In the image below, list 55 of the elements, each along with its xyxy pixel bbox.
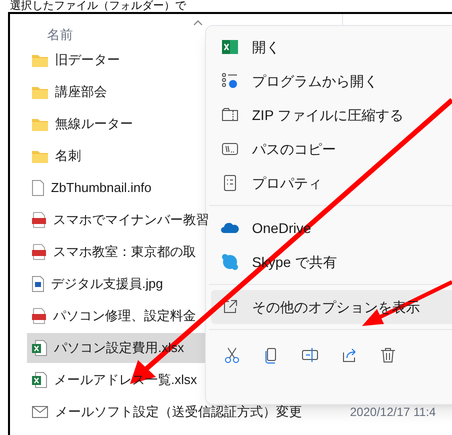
file-name: デジタル支援員.jpg bbox=[51, 275, 163, 294]
menu-item[interactable]: プログラムから開く bbox=[211, 64, 452, 98]
file-row[interactable]: 講座部会 bbox=[27, 77, 207, 107]
file-name: メールソフト設定（送受信認証方式）変更 bbox=[55, 403, 302, 422]
menu-item[interactable]: ZIP ファイルに圧縮する bbox=[211, 98, 452, 132]
folder-icon bbox=[32, 118, 48, 130]
file-name: 旧データー bbox=[55, 51, 120, 70]
zip-folder-icon bbox=[221, 106, 239, 124]
excel-icon bbox=[32, 372, 47, 388]
file-name: 講座部会 bbox=[55, 83, 107, 102]
file-row[interactable]: ZbThumbnail.info bbox=[27, 173, 207, 203]
share-icon bbox=[340, 346, 358, 364]
copy-path-icon bbox=[221, 140, 239, 158]
menu-item[interactable]: プロパティ bbox=[211, 166, 452, 200]
menu-item[interactable]: パスのコピー bbox=[211, 132, 452, 166]
excel-icon bbox=[221, 38, 239, 56]
excel-icon bbox=[32, 340, 47, 356]
file-name: スマホ教室：東京都の取 bbox=[53, 243, 196, 262]
file-name: ZbThumbnail.info bbox=[51, 179, 152, 198]
mail-icon bbox=[32, 406, 48, 418]
image-file-icon bbox=[32, 276, 44, 292]
file-row[interactable]: スマホ教室：東京都の取 bbox=[27, 237, 207, 267]
heading: 選択したファイル（フォルダー）で bbox=[9, 0, 188, 12]
file-row[interactable]: 旧データー bbox=[27, 45, 207, 75]
folder-icon bbox=[32, 150, 48, 162]
file-row[interactable]: スマホでマイナンバー教習 bbox=[27, 205, 213, 235]
delete-icon bbox=[379, 346, 397, 364]
rename-button[interactable] bbox=[300, 345, 320, 365]
file-row[interactable]: メールソフト設定（送受信認証方式）変更 bbox=[27, 397, 306, 427]
cut-button[interactable] bbox=[222, 345, 242, 365]
file-row[interactable]: パソコン修理、設定料金 bbox=[27, 301, 207, 331]
menu-item[interactable]: 開く bbox=[211, 30, 452, 64]
open-external-icon bbox=[221, 298, 239, 316]
pdf-icon bbox=[32, 212, 46, 228]
file-row[interactable]: 名刺 bbox=[27, 141, 207, 171]
column-header[interactable]: 名前 bbox=[47, 24, 73, 44]
file-name: 無線ルーター bbox=[55, 115, 133, 134]
pdf-icon bbox=[32, 244, 46, 260]
delete-button[interactable] bbox=[378, 345, 398, 365]
skype-icon bbox=[221, 253, 239, 271]
properties-icon bbox=[221, 174, 239, 192]
file-icon bbox=[32, 180, 44, 196]
file-row[interactable]: デジタル支援員.jpg bbox=[27, 269, 207, 299]
open-with-icon bbox=[221, 72, 239, 90]
file-name: 名刺 bbox=[55, 147, 81, 166]
folder-icon bbox=[32, 86, 48, 98]
file-row[interactable]: 無線ルーター bbox=[27, 109, 207, 139]
rename-icon bbox=[301, 346, 319, 364]
file-name: パソコン修理、設定料金 bbox=[53, 307, 196, 326]
date-modified: 2020/12/17 11:4 bbox=[350, 404, 436, 421]
file-name: スマホでマイナンバー教習 bbox=[53, 211, 209, 230]
cut-icon bbox=[223, 346, 241, 364]
sort-caret-icon[interactable] bbox=[193, 20, 203, 26]
pdf-icon bbox=[32, 308, 46, 324]
folder-icon bbox=[32, 54, 48, 66]
